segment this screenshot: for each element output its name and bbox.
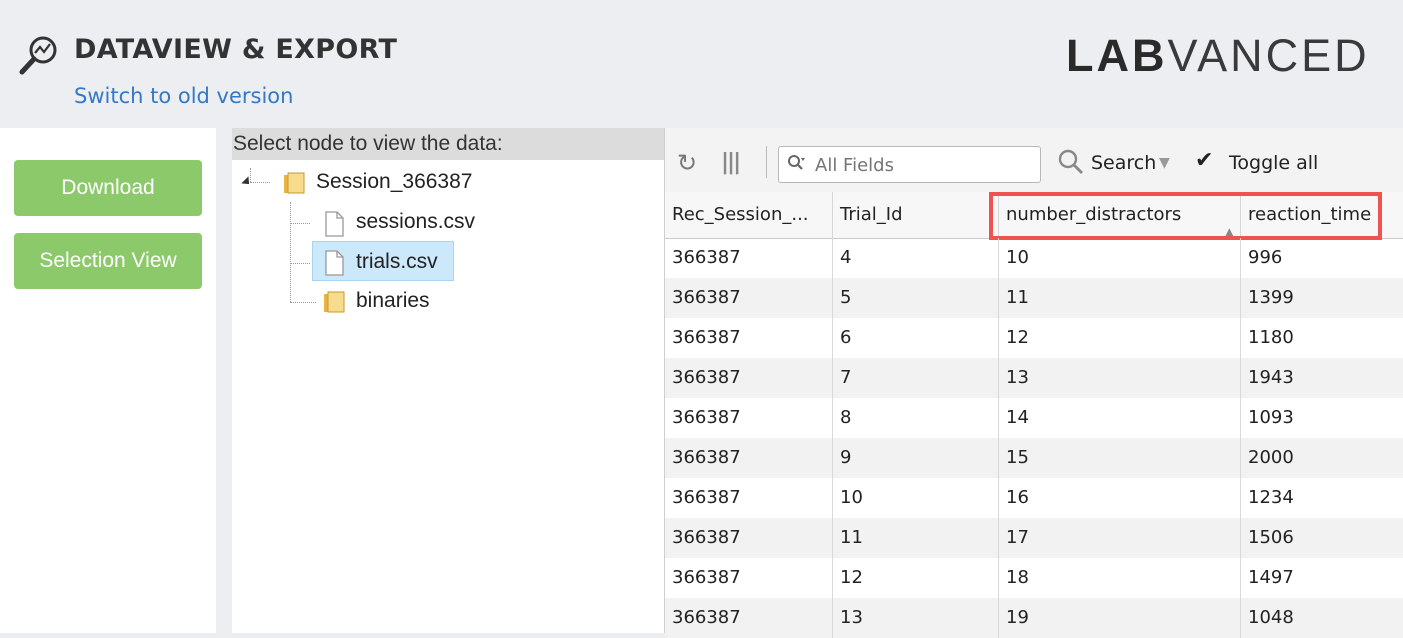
- table-row[interactable]: 366387 7 13 1943: [665, 358, 1403, 398]
- pane-divider: [216, 128, 232, 633]
- table-cell: 13: [833, 598, 999, 638]
- table-cell: 1180: [1248, 327, 1294, 348]
- search-button[interactable]: Search: [1091, 152, 1156, 174]
- table-row[interactable]: 366387 9 15 2000: [665, 438, 1403, 478]
- search-dropdown-icon[interactable]: [787, 154, 807, 174]
- tree-node-trials-csv[interactable]: trials.csv: [356, 250, 438, 274]
- table-cell: 5: [833, 278, 999, 318]
- grid-toolbar: ↻ ||| Search ▼ ✔ Toggle all: [665, 128, 1403, 193]
- table-cell: 12: [833, 558, 999, 598]
- table-row[interactable]: 366387 10 16 1234: [665, 478, 1403, 518]
- page-header: DATAVIEW & EXPORT Switch to old version …: [0, 0, 1403, 128]
- switch-old-version-link[interactable]: Switch to old version: [74, 84, 293, 108]
- table-cell: 8: [833, 398, 999, 438]
- logo-text-light: VANCED: [1167, 30, 1370, 81]
- table-cell: 13: [999, 358, 1241, 398]
- data-grid: ↻ ||| Search ▼ ✔ Toggle all Rec_Session_…: [664, 128, 1403, 638]
- toggle-all-button[interactable]: Toggle all: [1229, 152, 1318, 174]
- tree-connector: [250, 182, 270, 183]
- columns-icon[interactable]: |||: [721, 150, 741, 175]
- table-cell: 366387: [665, 558, 833, 598]
- search-input[interactable]: [813, 151, 1037, 179]
- column-header-number-distractors[interactable]: number_distractors ▲: [999, 192, 1241, 238]
- table-cell: 11: [833, 518, 999, 558]
- table-cell: 7: [833, 358, 999, 398]
- sort-ascending-icon[interactable]: ▲: [1225, 209, 1234, 238]
- file-icon: [325, 250, 344, 276]
- table-cell: 6: [833, 318, 999, 358]
- table-cell: 16: [999, 478, 1241, 518]
- page-title: DATAVIEW & EXPORT: [74, 34, 398, 65]
- table-row[interactable]: 366387 6 12 1180: [665, 318, 1403, 358]
- tree-connector: [290, 302, 316, 303]
- search-icon[interactable]: [1057, 148, 1085, 176]
- table-cell: 366387: [665, 478, 833, 518]
- folder-icon: [324, 291, 345, 313]
- table-cell: 366387: [665, 358, 833, 398]
- table-cell: 1399: [1248, 287, 1294, 308]
- action-sidebar: Download Selection View: [0, 128, 216, 633]
- table-cell: 366387: [665, 318, 833, 358]
- table-cell: 19: [999, 598, 1241, 638]
- table-header: Rec_Session_... Trial_Id number_distract…: [665, 192, 1403, 239]
- table-cell: 12: [999, 318, 1241, 358]
- tree-connector: [290, 263, 310, 264]
- column-header-reaction-time[interactable]: reaction_time: [1241, 192, 1403, 238]
- download-button[interactable]: Download: [14, 160, 202, 216]
- magnifier-chart-icon: [19, 36, 57, 75]
- table-cell: 14: [999, 398, 1241, 438]
- labvanced-logo: LABVANCED: [1066, 30, 1370, 82]
- table-cell: 366387: [665, 518, 833, 558]
- table-row[interactable]: 366387 13 19 1048: [665, 598, 1403, 638]
- toolbar-separator: [766, 146, 767, 178]
- table-cell: 18: [999, 558, 1241, 598]
- table-cell: 17: [999, 518, 1241, 558]
- logo-text-bold: LAB: [1066, 30, 1168, 81]
- tree-node-session[interactable]: Session_366387: [316, 170, 472, 194]
- column-header-label: number_distractors: [1006, 204, 1182, 225]
- table-cell: 366387: [665, 438, 833, 478]
- table-cell: 15: [999, 438, 1241, 478]
- table-cell: 366387: [665, 398, 833, 438]
- table-cell: 366387: [665, 278, 833, 318]
- table-cell: 2000: [1248, 447, 1294, 468]
- table-cell: 366387: [665, 238, 833, 278]
- table-cell: 1234: [1248, 487, 1294, 508]
- search-field[interactable]: [778, 146, 1041, 183]
- file-tree-pane: Select node to view the data:: [232, 128, 665, 633]
- table-row[interactable]: 366387 5 11 1399: [665, 278, 1403, 318]
- file-icon: [325, 211, 344, 237]
- tree-node-sessions-csv[interactable]: sessions.csv: [356, 210, 475, 234]
- tree-node-binaries[interactable]: binaries: [356, 289, 430, 313]
- selection-view-button[interactable]: Selection View: [14, 233, 202, 289]
- tree-heading: Select node to view the data:: [232, 128, 665, 160]
- table-cell: 10: [833, 478, 999, 518]
- table-row[interactable]: 366387 11 17 1506: [665, 518, 1403, 558]
- column-header-rec-session[interactable]: Rec_Session_...: [665, 192, 833, 238]
- table-cell: 11: [999, 278, 1241, 318]
- checkmark-icon[interactable]: ✔: [1195, 148, 1213, 173]
- tree-connector: [290, 202, 291, 302]
- table-cell: 1506: [1248, 527, 1294, 548]
- table-cell: 1943: [1248, 367, 1294, 388]
- table-cell: 366387: [665, 598, 833, 638]
- chevron-down-icon[interactable]: ▼: [1159, 155, 1170, 171]
- table-cell: 9: [833, 438, 999, 478]
- table-row[interactable]: 366387 12 18 1497: [665, 558, 1403, 598]
- table-row[interactable]: 366387 4 10 996: [665, 238, 1403, 278]
- table-cell: 1048: [1248, 607, 1294, 628]
- folder-icon: [284, 172, 305, 194]
- table-cell: 1497: [1248, 567, 1294, 588]
- column-header-trial-id[interactable]: Trial_Id: [833, 192, 999, 238]
- table-cell: 10: [999, 238, 1241, 278]
- table-row[interactable]: 366387 8 14 1093: [665, 398, 1403, 438]
- table-cell: 1093: [1248, 407, 1294, 428]
- table-cell: 4: [833, 238, 999, 278]
- refresh-icon[interactable]: ↻: [677, 149, 697, 177]
- table-cell: 996: [1248, 247, 1283, 268]
- tree-connector: [290, 223, 310, 224]
